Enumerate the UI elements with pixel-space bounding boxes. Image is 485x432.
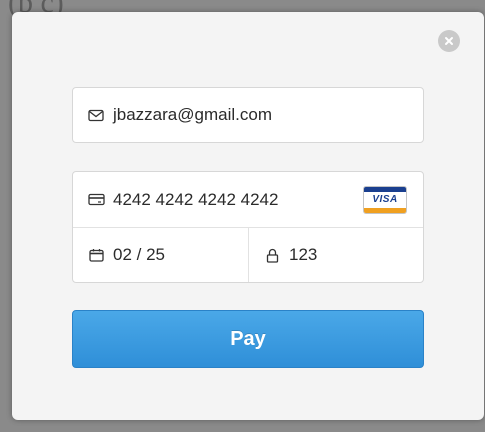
- cvc-field[interactable]: 123: [249, 228, 423, 282]
- expiry-value: 02 / 25: [113, 245, 165, 264]
- card-brand-text: VISA: [372, 194, 398, 205]
- envelope-icon: [87, 106, 105, 124]
- visa-card-brand-icon: VISA: [363, 186, 407, 214]
- cvc-value: 123: [289, 245, 318, 264]
- checkout-modal: jbazzara@gmail.com 4242 4242 4242 4242 V…: [12, 12, 484, 420]
- calendar-icon: [87, 246, 105, 264]
- card-details-group: 4242 4242 4242 4242 VISA 02 / 25 123: [72, 171, 424, 283]
- pay-button[interactable]: Pay: [72, 310, 424, 368]
- email-field[interactable]: jbazzara@gmail.com: [72, 87, 424, 143]
- close-button[interactable]: [438, 30, 460, 52]
- lock-icon: [263, 246, 281, 264]
- card-number-value: 4242 4242 4242 4242: [113, 189, 279, 209]
- card-number-field[interactable]: 4242 4242 4242 4242 VISA: [73, 172, 423, 228]
- expiry-field[interactable]: 02 / 25: [73, 228, 249, 282]
- close-icon: [444, 36, 454, 46]
- email-value: jbazzara@gmail.com: [113, 105, 272, 124]
- credit-card-icon: [87, 191, 105, 209]
